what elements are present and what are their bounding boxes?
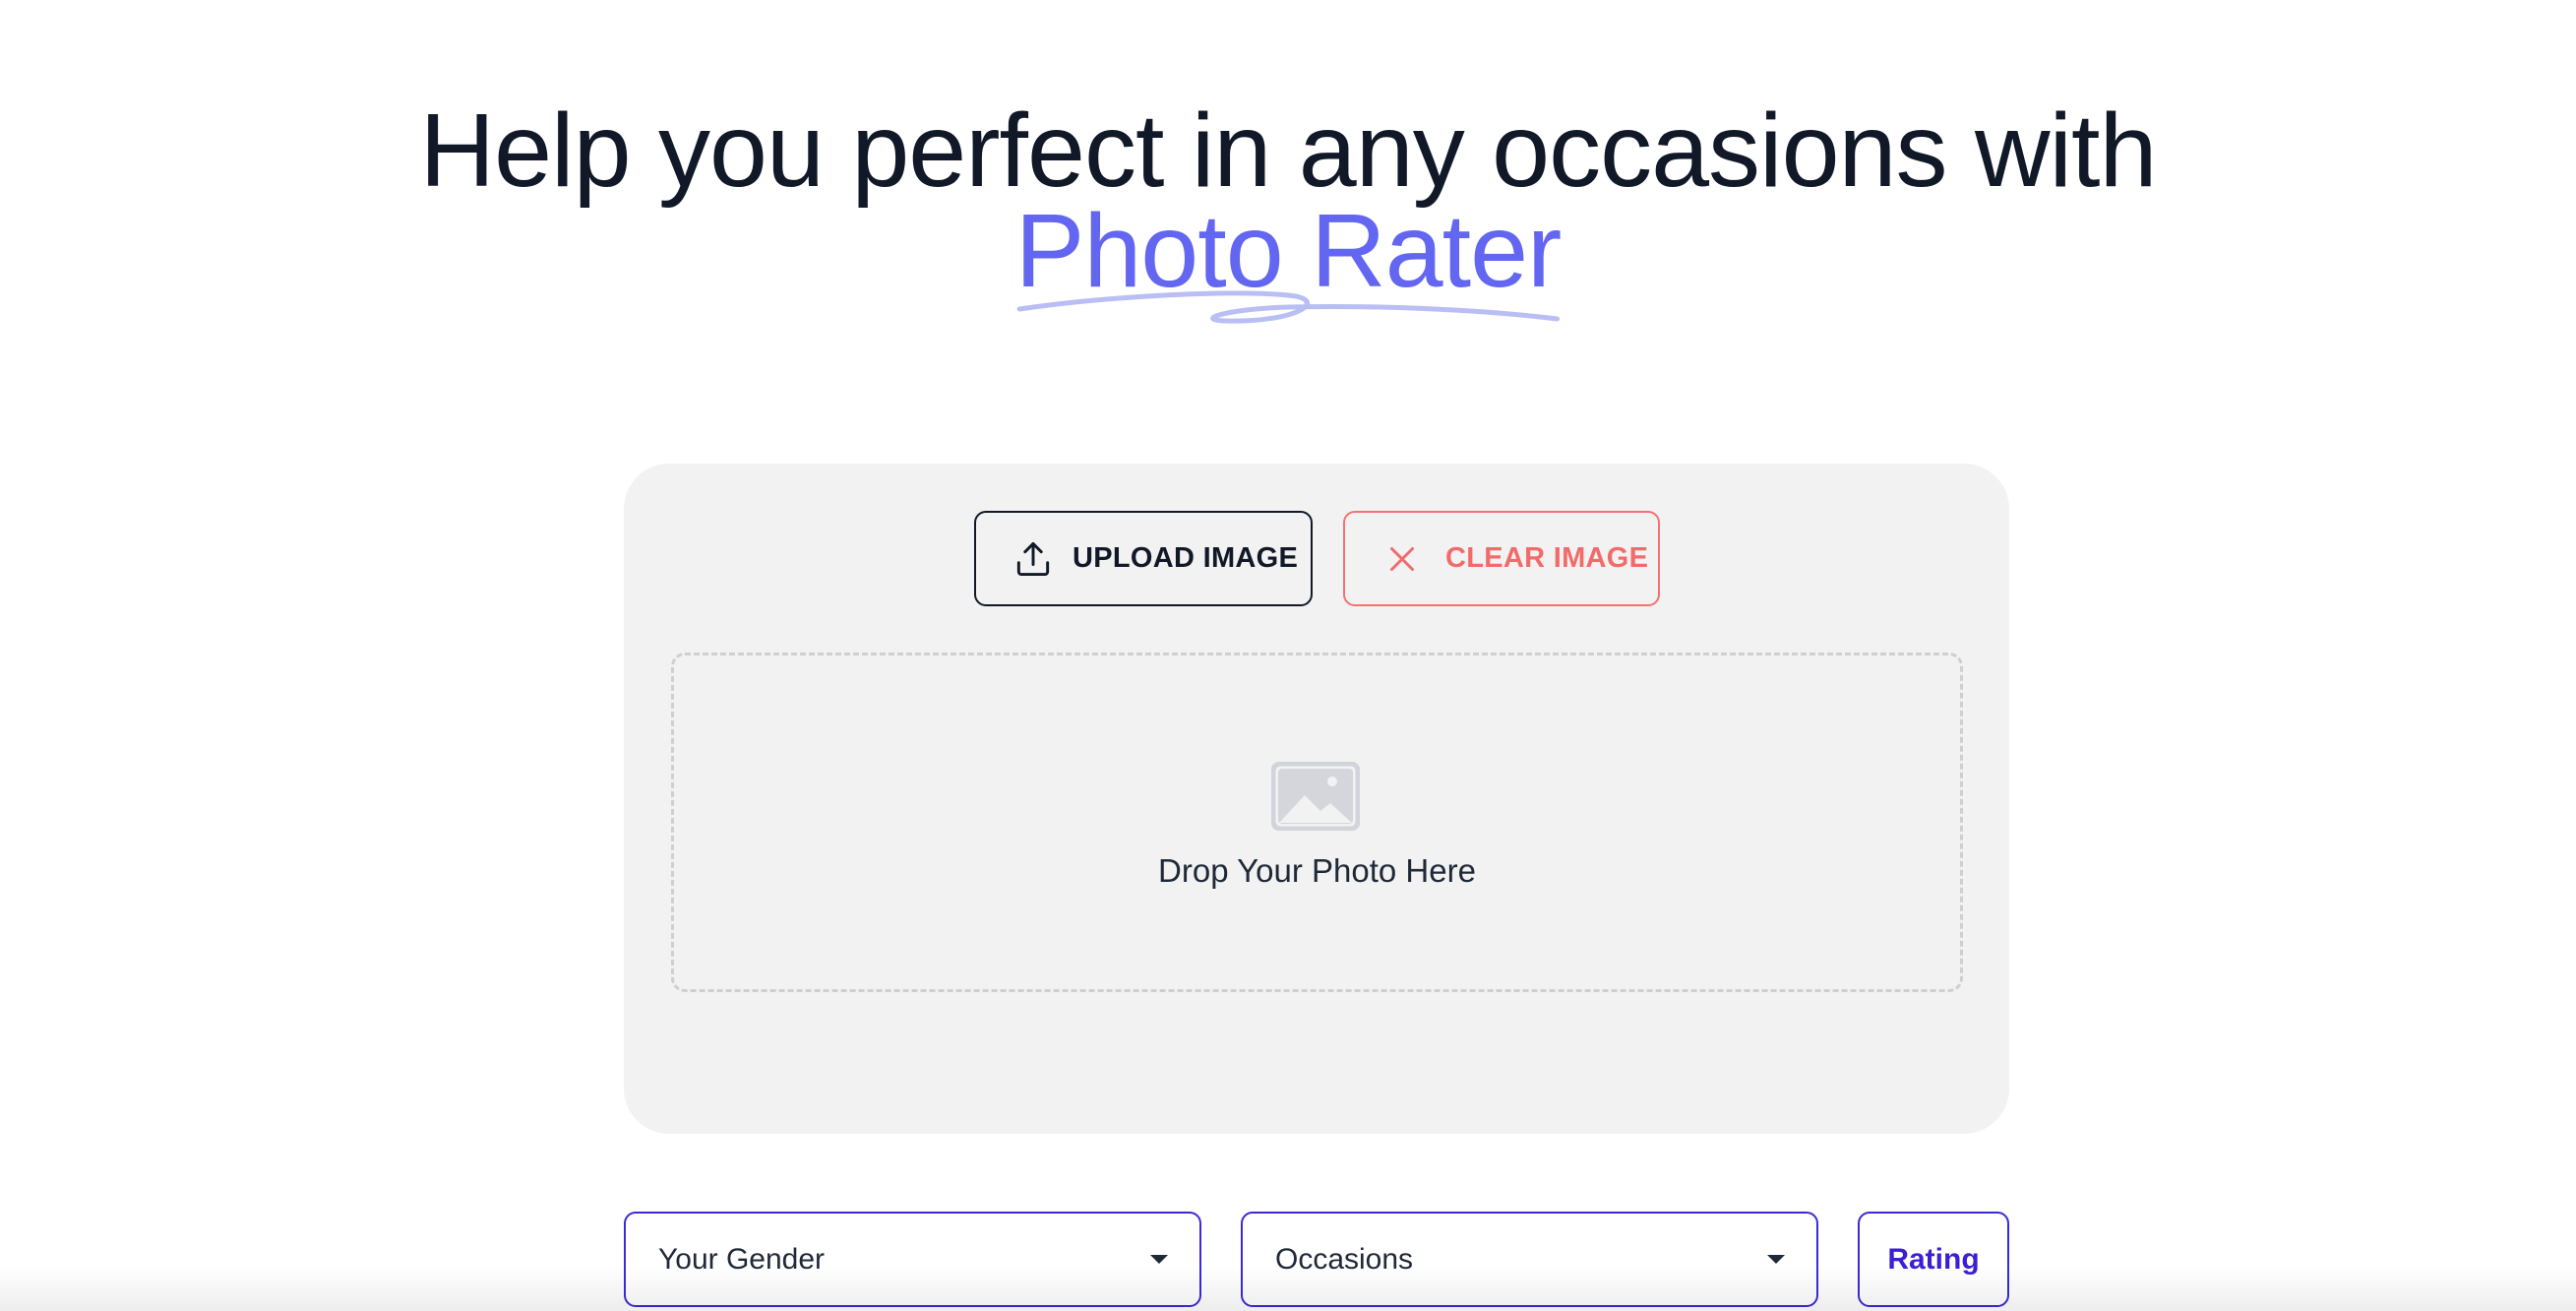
dropzone-text: Drop Your Photo Here bbox=[1158, 852, 1476, 889]
chevron-down-icon bbox=[1767, 1255, 1785, 1264]
occasion-select-value: Occasions bbox=[1275, 1242, 1414, 1276]
occasion-select[interactable]: Occasions bbox=[1241, 1212, 1818, 1307]
upload-image-button[interactable]: UPLOAD IMAGE bbox=[974, 511, 1313, 606]
close-icon bbox=[1384, 541, 1420, 577]
rating-button[interactable]: Rating bbox=[1858, 1212, 2009, 1307]
upload-icon bbox=[1012, 537, 1055, 581]
image-icon bbox=[1271, 762, 1360, 831]
gender-select[interactable]: Your Gender bbox=[624, 1212, 1201, 1307]
gender-select-value: Your Gender bbox=[658, 1242, 826, 1276]
hero-title-brand: Photo Rater bbox=[1015, 199, 1562, 324]
page: Help you perfect in any occasions with P… bbox=[0, 0, 2576, 1311]
clear-image-label: CLEAR IMAGE bbox=[1445, 542, 1649, 574]
clear-image-button[interactable]: CLEAR IMAGE bbox=[1343, 511, 1660, 606]
brand-name: Photo Rater bbox=[1014, 193, 1563, 309]
hero-heading: Help you perfect in any occasions with P… bbox=[0, 93, 2576, 324]
upload-card: UPLOAD IMAGE CLEAR IMAGE Drop Your Photo… bbox=[624, 464, 2009, 1134]
upload-image-label: UPLOAD IMAGE bbox=[1073, 542, 1299, 574]
chevron-down-icon bbox=[1150, 1255, 1168, 1264]
photo-dropzone[interactable]: Drop Your Photo Here bbox=[671, 653, 1963, 992]
hero-title-line1: Help you perfect in any occasions with bbox=[419, 93, 2158, 209]
